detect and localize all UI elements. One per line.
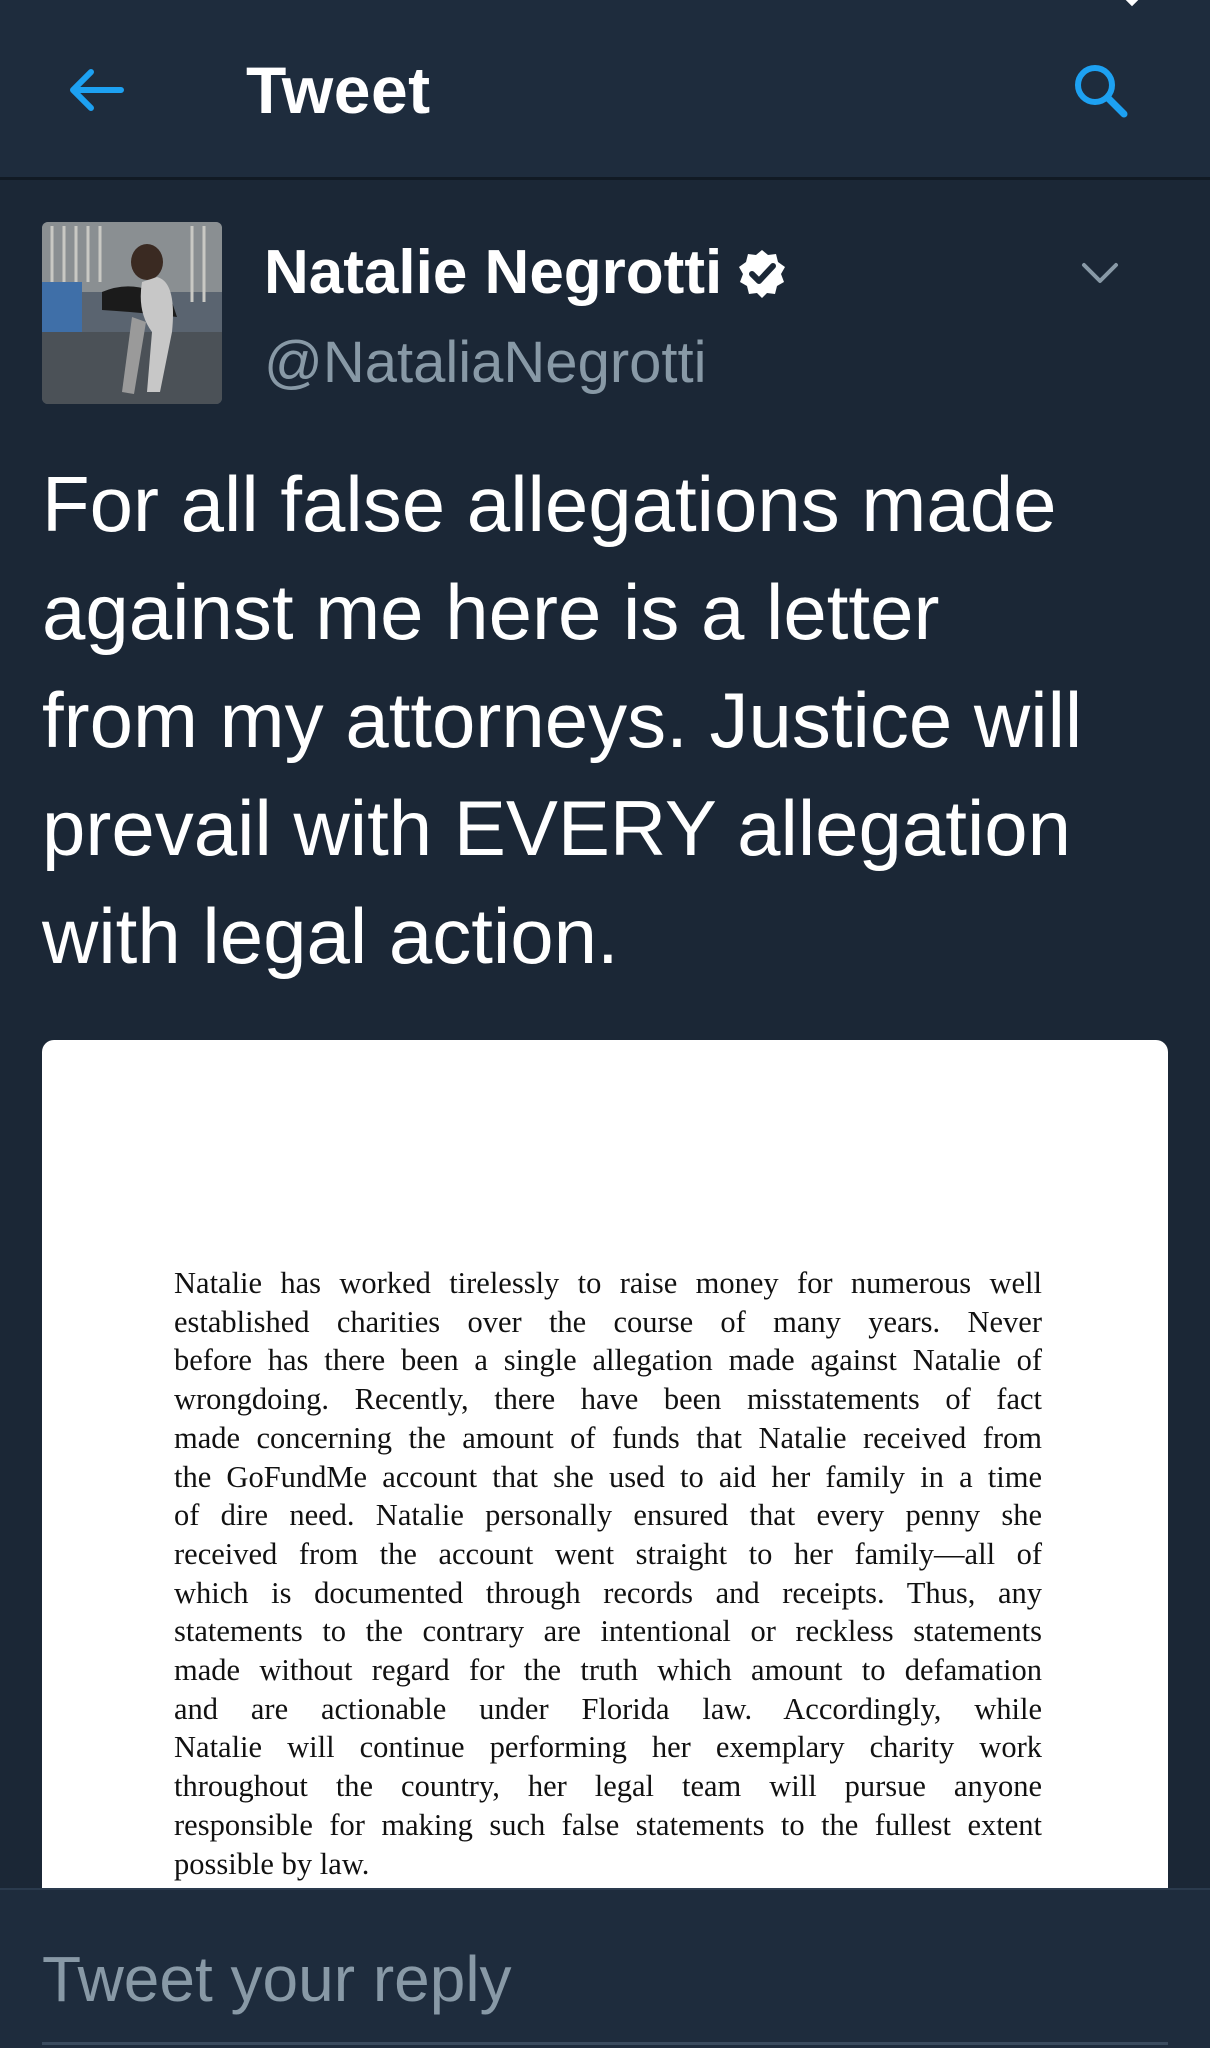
letter-line: of dire need. Natalie personally ensured… [174, 1498, 1042, 1533]
reply-bar [0, 1888, 1210, 2048]
search-icon [1075, 65, 1128, 118]
tweet-options-button[interactable] [1070, 248, 1130, 298]
author-name-text: Natalie Negrotti [264, 238, 723, 307]
close-icon[interactable] [1110, 0, 1170, 10]
tweet-text-line: from my attorneys. Justice will [42, 676, 1083, 764]
letter-line: wrongdoing. Recently, there have been mi… [174, 1382, 1042, 1417]
letter-line: Natalie has worked tirelessly to raise m… [174, 1266, 1042, 1300]
chevron-down-icon [1082, 263, 1118, 283]
tweet-media-letter[interactable]: Natalie has worked tirelessly to raise m… [42, 1040, 1168, 1890]
avatar[interactable] [42, 222, 222, 404]
top-app-bar: Tweet [0, 0, 1210, 180]
letter-line: established charities over the course of… [174, 1304, 1042, 1339]
letter-line: throughout the country, her legal team w… [174, 1769, 1042, 1804]
page-title: Tweet [246, 53, 431, 127]
search-button[interactable] [1060, 50, 1140, 130]
back-button[interactable] [56, 50, 136, 130]
letter-line: received from the account went straight … [174, 1536, 1042, 1571]
author-handle[interactable]: @NataliaNegrotti [264, 328, 707, 398]
tweet-text-line: against me here is a letter [42, 568, 940, 656]
tweet-text: For all false allegations made against m… [42, 450, 1182, 990]
tweet-text-line: with legal action. [42, 892, 619, 980]
letter-line: possible by law. [174, 1846, 370, 1881]
letter-line: the GoFundMe account that she used to ai… [174, 1459, 1042, 1494]
attorney-letter-text: Natalie has worked tirelessly to raise m… [174, 1264, 1042, 1883]
letter-line: made without regard for the truth which … [174, 1653, 1042, 1688]
letter-line: Natalie will continue performing her exe… [174, 1730, 1042, 1765]
verified-badge-icon [739, 250, 786, 298]
letter-line: before has there been a single allegatio… [174, 1343, 1042, 1378]
letter-line: and are actionable under Florida law. Ac… [174, 1691, 1042, 1726]
author-name[interactable]: Natalie Negrotti [264, 236, 788, 310]
arrow-left-icon [70, 69, 124, 111]
letter-line: statements to the contrary are intention… [174, 1614, 1042, 1649]
reply-input[interactable] [42, 1940, 1162, 2018]
tweet-text-line: For all false allegations made [42, 460, 1057, 548]
reply-input-underline [42, 2042, 1168, 2045]
letter-line: which is documented through records and … [174, 1575, 1042, 1610]
tweet-text-line: prevail with EVERY allegation [42, 784, 1072, 872]
letter-line: made concerning the amount of funds that… [174, 1420, 1042, 1455]
letter-line: responsible for making such false statem… [174, 1807, 1042, 1842]
avatar-photo [42, 222, 222, 404]
